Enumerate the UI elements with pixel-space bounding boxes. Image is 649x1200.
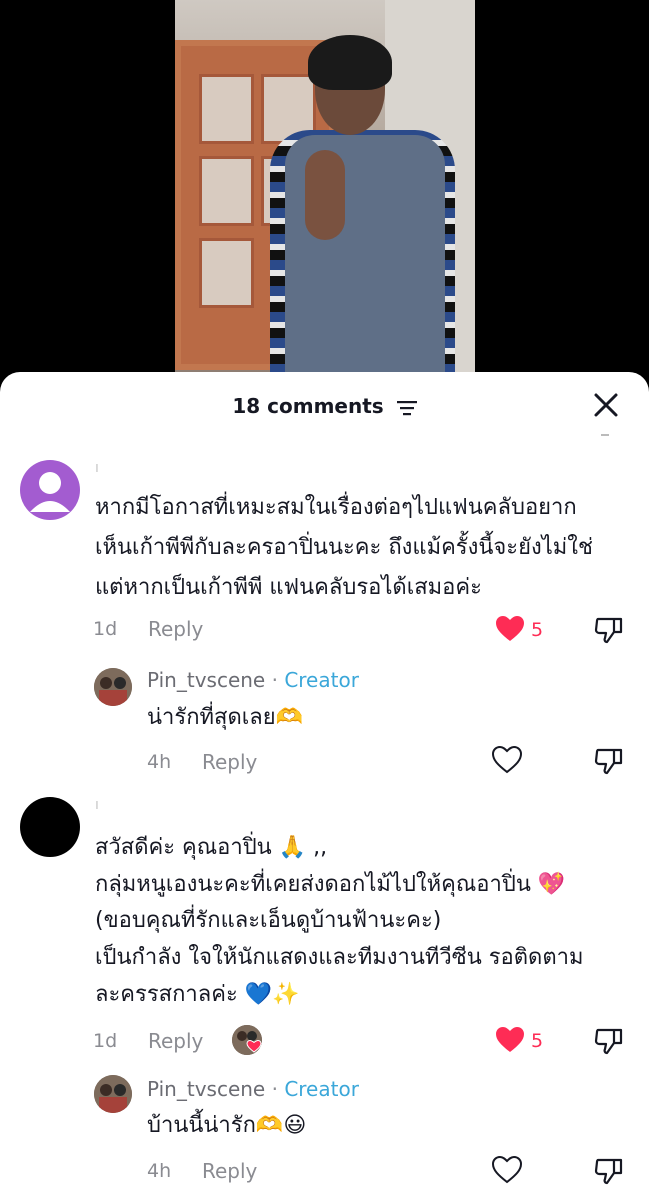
thumbs-down-icon[interactable]	[594, 615, 624, 645]
comment-text-line: ละครรสกาลค่ะ 💙✨	[95, 982, 300, 1007]
creator-username[interactable]: Pin_tvscene	[147, 668, 265, 692]
creator-avatar-image	[94, 668, 132, 706]
reply-button[interactable]: Reply	[202, 750, 257, 774]
comment-time: 1d	[93, 1030, 118, 1052]
reply-text: บ้านนี้น่ารัก🫶😃	[147, 1113, 307, 1138]
heart-icon[interactable]	[495, 615, 525, 643]
creator-badge: Creator	[284, 1077, 359, 1101]
creator-avatar[interactable]	[94, 668, 132, 706]
reply-button[interactable]: Reply	[148, 617, 203, 641]
creator-avatar-image	[94, 1075, 132, 1113]
close-icon[interactable]	[593, 392, 619, 418]
comment-username[interactable]: ı	[95, 460, 99, 476]
comment-username[interactable]: ı	[95, 797, 99, 813]
reply-time: 4h	[147, 1160, 172, 1182]
avatar[interactable]	[20, 460, 80, 520]
comment-text-line: สวัสดีค่ะ คุณอาปิ่น 🙏 ,,	[95, 835, 328, 860]
comment-text-line: (ขอบคุณที่รักและเอ็นดูบ้านฟ้านะคะ)	[95, 908, 442, 933]
creator-liked-avatar	[232, 1025, 262, 1055]
comments-sheet: 18 comments ı หากมีโอกาสที่เหมะสมในเรื่อ…	[0, 372, 649, 1200]
comment-text-line: เป็นกำลัง ใจให้นักแสดงและทีมงานทีวีซีน ร…	[95, 945, 584, 970]
creator-avatar[interactable]	[94, 1075, 132, 1113]
creator-name-line: Pin_tvscene · Creator	[147, 668, 359, 692]
creator-badge: Creator	[284, 668, 359, 692]
creator-heart-badge-icon	[232, 1025, 262, 1055]
creator-name-line: Pin_tvscene · Creator	[147, 1077, 359, 1101]
comment-text-line: หากมีโอกาสที่เหมะสมในเรื่องต่อๆไปแฟนคลับ…	[95, 495, 577, 520]
heart-icon[interactable]	[495, 1026, 525, 1054]
thumbs-down-icon[interactable]	[594, 1026, 624, 1056]
comment-count-label: 18 comments	[232, 394, 384, 418]
separator-dot: ·	[271, 668, 278, 692]
separator-dot: ·	[271, 1077, 278, 1101]
thumbs-down-icon[interactable]	[594, 746, 624, 776]
reply-button[interactable]: Reply	[202, 1159, 257, 1183]
thumbs-down-icon[interactable]	[594, 1156, 624, 1186]
reply-time: 4h	[147, 751, 172, 773]
reply-button[interactable]: Reply	[148, 1029, 203, 1053]
avatar[interactable]	[20, 797, 80, 857]
filter-icon[interactable]	[396, 400, 417, 416]
video-player[interactable]	[0, 0, 649, 400]
creator-username[interactable]: Pin_tvscene	[147, 1077, 265, 1101]
heart-icon[interactable]	[492, 1156, 522, 1184]
comment-text-line: เห็นเก้าพีพีกับละครอาปิ่นนะคะ ถึงแม้ครั้…	[95, 535, 593, 560]
video-frame	[175, 0, 475, 400]
default-avatar-icon	[30, 472, 70, 512]
reply-text: น่ารักที่สุดเลย🫶	[147, 705, 304, 730]
comment-text-line: แต่หากเป็นเก้าพีพี แฟนคลับรอได้เสมอค่ะ	[95, 575, 482, 600]
like-count: 5	[531, 619, 544, 641]
comment-text-line: กลุ่มหนูเองนะคะที่เคยส่งดอกไม้ไปให้คุณอา…	[95, 872, 566, 897]
like-count: 5	[531, 1030, 544, 1052]
heart-icon[interactable]	[492, 746, 522, 774]
comment-count: 18 comments	[0, 394, 649, 418]
comments-header: 18 comments	[0, 372, 649, 436]
comment-time: 1d	[93, 618, 118, 640]
